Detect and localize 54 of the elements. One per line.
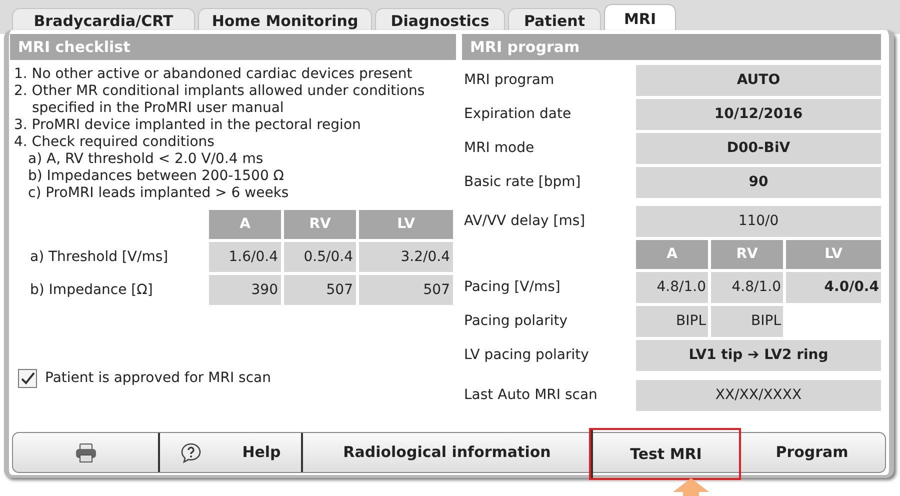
checklist-subitem: b) Impedances between 200-1500 Ω	[27, 168, 285, 185]
checklist-item: 4. Check required conditions	[13, 134, 216, 151]
field-value: AUTO	[636, 65, 881, 96]
field-label: MRI mode	[463, 139, 536, 158]
column-header: RV	[284, 210, 356, 239]
field-label: MRI program	[463, 71, 556, 90]
column-header: RV	[711, 240, 783, 269]
table-cell: 3.2/0.4	[359, 242, 453, 272]
table-cell: 0.5/0.4	[284, 242, 356, 272]
field-value: D00-BiV	[636, 133, 881, 164]
column-header: A	[636, 240, 708, 269]
table-cell: 4.0/0.4	[786, 272, 881, 303]
field-label: Basic rate [bpm]	[463, 173, 582, 192]
field-label: LV pacing polarity	[463, 346, 590, 365]
table-cell: 390	[209, 275, 281, 305]
column-header: LV	[786, 240, 881, 269]
toolbar-button[interactable]: Test MRI	[591, 430, 739, 478]
row-label: Pacing [V/ms]	[463, 278, 562, 297]
table-cell: 507	[359, 275, 453, 305]
check-icon	[20, 372, 34, 385]
field-label: Expiration date	[463, 105, 572, 124]
field-label: Last Auto MRI scan	[463, 386, 598, 405]
checklist-item: 2. Other MR conditional implants allowed under conditions specified in the ProMRI user manual	[13, 83, 426, 117]
field-label: AV/VV delay [ms]	[463, 212, 586, 231]
checklist-item: 1. No other active or abandoned cardiac devices present	[13, 66, 414, 83]
approval-checkbox[interactable]	[18, 369, 37, 388]
table-cell: 4.8/1.0	[636, 272, 708, 303]
field-value: 90	[636, 167, 881, 198]
pointer-arrow	[671, 478, 711, 496]
table-cell: BIPL	[636, 306, 708, 337]
row-label: a) Threshold [V/ms]	[29, 248, 170, 266]
toolbar-button[interactable]: Radiological information	[301, 433, 591, 472]
table-cell: 507	[284, 275, 356, 305]
checklist-item: 3. ProMRI device implanted in the pectoral region	[13, 117, 362, 134]
field-value: 10/12/2016	[636, 99, 881, 130]
field-value: 110/0	[636, 206, 881, 237]
checklist-subitem: a) A, RV threshold < 2.0 V/0.4 ms	[27, 151, 264, 168]
printer-icon	[74, 442, 96, 462]
checklist-subitem: c) ProMRI leads implanted > 6 weeks	[27, 185, 290, 202]
column-header: A	[209, 210, 281, 239]
section-header: MRI program	[462, 34, 881, 60]
row-label: b) Impedance [Ω]	[29, 280, 154, 300]
field-value: XX/XX/XXXX	[636, 380, 881, 411]
help-icon	[180, 442, 202, 464]
table-cell: BIPL	[711, 306, 783, 337]
section-header: MRI checklist	[10, 34, 456, 60]
help-button[interactable]: Help	[158, 433, 301, 472]
column-header: LV	[359, 210, 453, 239]
table-cell: 1.6/0.4	[209, 242, 281, 272]
checkbox-label: Patient is approved for MRI scan	[45, 369, 271, 388]
toolbar-button[interactable]: Program	[739, 433, 885, 472]
field-value: LV1 tip ➔ LV2 ring	[636, 340, 881, 371]
row-label: Pacing polarity	[463, 312, 569, 331]
table-cell: 4.8/1.0	[711, 272, 783, 303]
